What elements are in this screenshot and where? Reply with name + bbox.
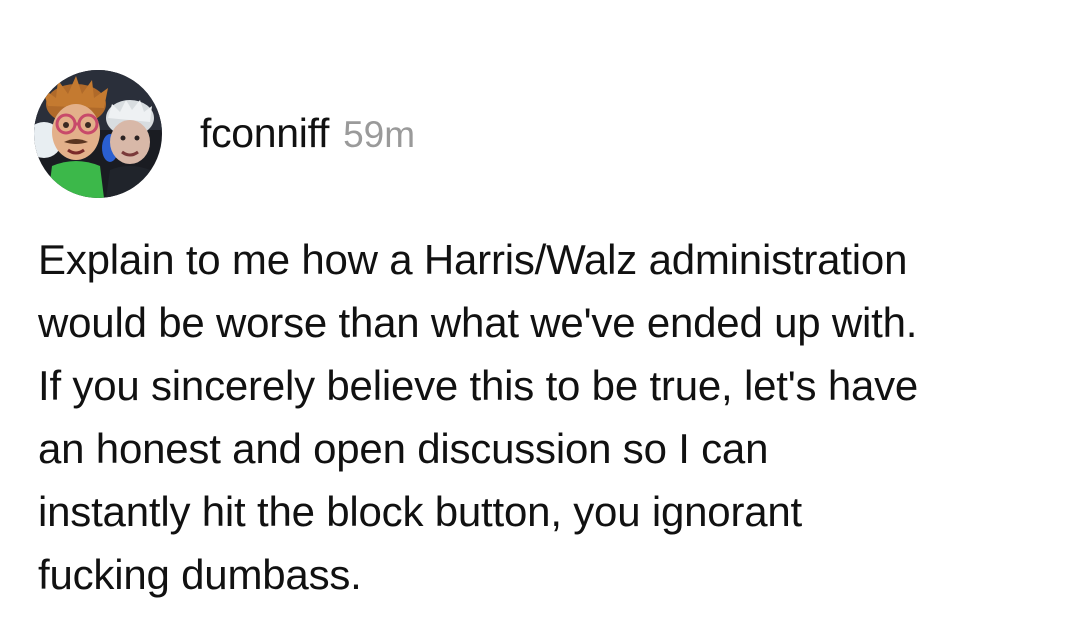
user-avatar[interactable] bbox=[34, 70, 162, 198]
post-text-line: fucking dumbass. bbox=[38, 551, 362, 598]
post-text-line: Explain to me how a Harris/Walz administ… bbox=[38, 236, 908, 283]
post-card: fconniff 59m Explain to me how a Harris/… bbox=[0, 0, 1080, 640]
post-text-line: If you sincerely believe this to be true… bbox=[38, 362, 919, 409]
post-timestamp: 59m bbox=[343, 113, 416, 155]
post-text-line: an honest and open discussion so I can bbox=[38, 425, 769, 472]
post-text-line: instantly hit the block button, you igno… bbox=[38, 488, 803, 535]
avatar-image-icon bbox=[34, 70, 162, 198]
post-header: fconniff 59m bbox=[34, 70, 415, 198]
post-body-text: Explain to me how a Harris/Walz administ… bbox=[38, 228, 1048, 606]
username-link[interactable]: fconniff bbox=[200, 110, 329, 157]
post-meta: fconniff 59m bbox=[200, 110, 415, 157]
post-text-line: would be worse than what we've ended up … bbox=[38, 299, 918, 346]
